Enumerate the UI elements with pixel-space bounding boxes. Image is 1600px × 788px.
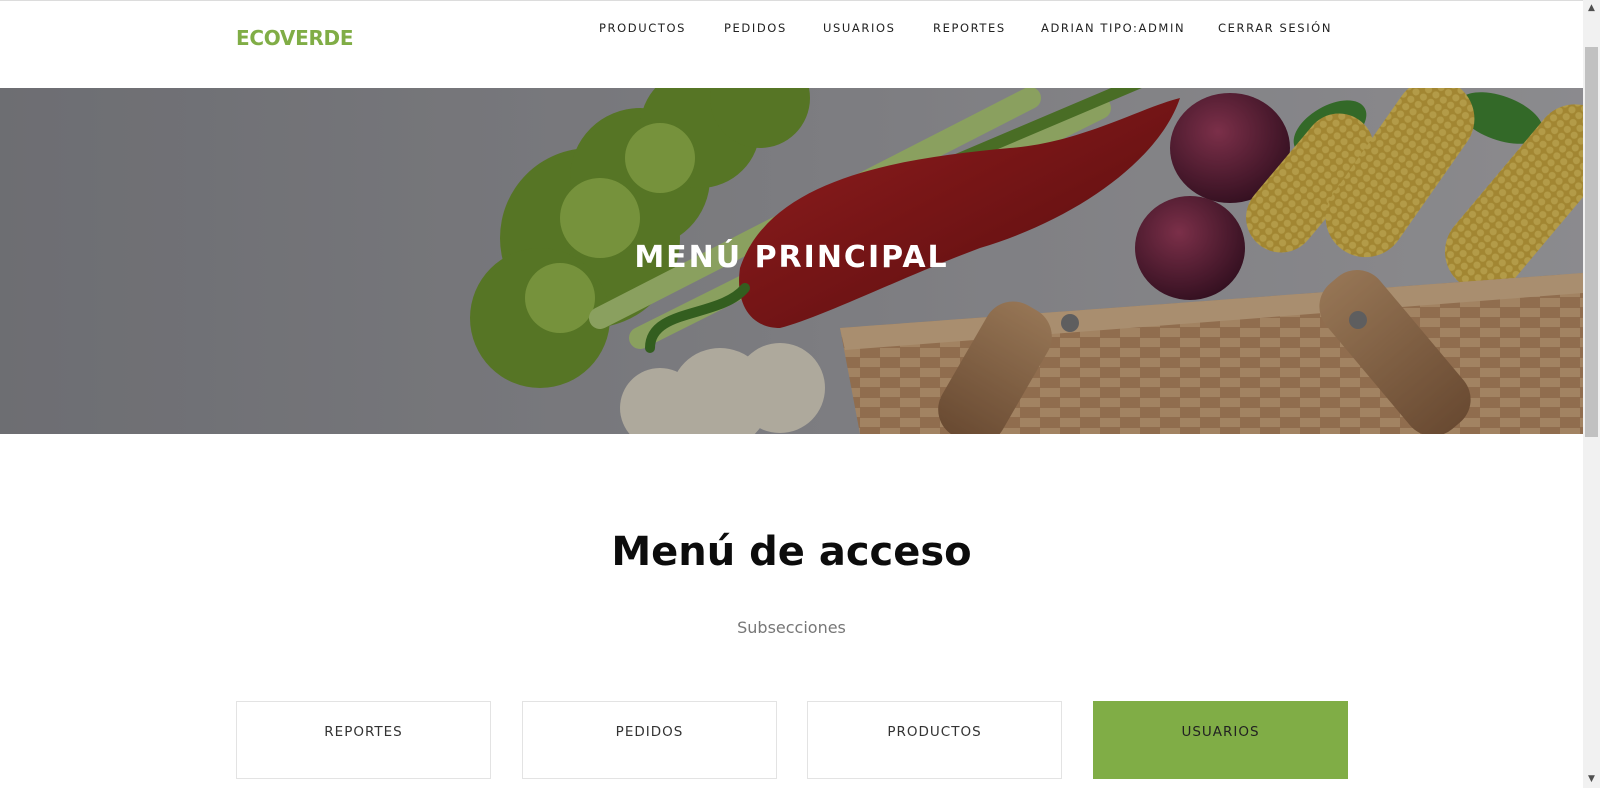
card-label: REPORTES (324, 724, 403, 740)
triangle-down-icon[interactable]: ▼ (1583, 771, 1600, 788)
nav-link-usuarios[interactable]: USUARIOS (823, 21, 896, 35)
card-pedidos[interactable]: PEDIDOS (522, 701, 777, 779)
vertical-scrollbar[interactable]: ▲ ▼ (1583, 0, 1600, 788)
section-title: Menú de acceso (611, 529, 972, 575)
section-subtitle: Subsecciones (737, 618, 846, 637)
main-nav: PRODUCTOS PEDIDOS USUARIOS REPORTES ADRI… (0, 21, 1583, 41)
nav-link-logout[interactable]: CERRAR SESIÓN (1218, 21, 1332, 35)
card-label: USUARIOS (1181, 724, 1260, 740)
page: ECOVERDE PRODUCTOS PEDIDOS USUARIOS REPO… (0, 0, 1583, 788)
card-reportes[interactable]: REPORTES (236, 701, 491, 779)
nav-link-productos[interactable]: PRODUCTOS (599, 21, 686, 35)
card-usuarios[interactable]: USUARIOS (1093, 701, 1348, 779)
nav-user-info[interactable]: ADRIAN TIPO:ADMIN (1041, 21, 1185, 35)
card-label: PEDIDOS (615, 724, 684, 740)
hero-title: MENÚ PRINCIPAL (634, 240, 949, 275)
triangle-up-icon[interactable]: ▲ (1583, 0, 1600, 17)
card-label: PRODUCTOS (887, 724, 982, 740)
site-header: ECOVERDE PRODUCTOS PEDIDOS USUARIOS REPO… (0, 0, 1583, 88)
card-productos[interactable]: PRODUCTOS (807, 701, 1062, 779)
scrollbar-thumb[interactable] (1585, 47, 1598, 437)
nav-link-reportes[interactable]: REPORTES (933, 21, 1006, 35)
hero-banner: MENÚ PRINCIPAL (0, 88, 1583, 434)
nav-link-pedidos[interactable]: PEDIDOS (724, 21, 787, 35)
